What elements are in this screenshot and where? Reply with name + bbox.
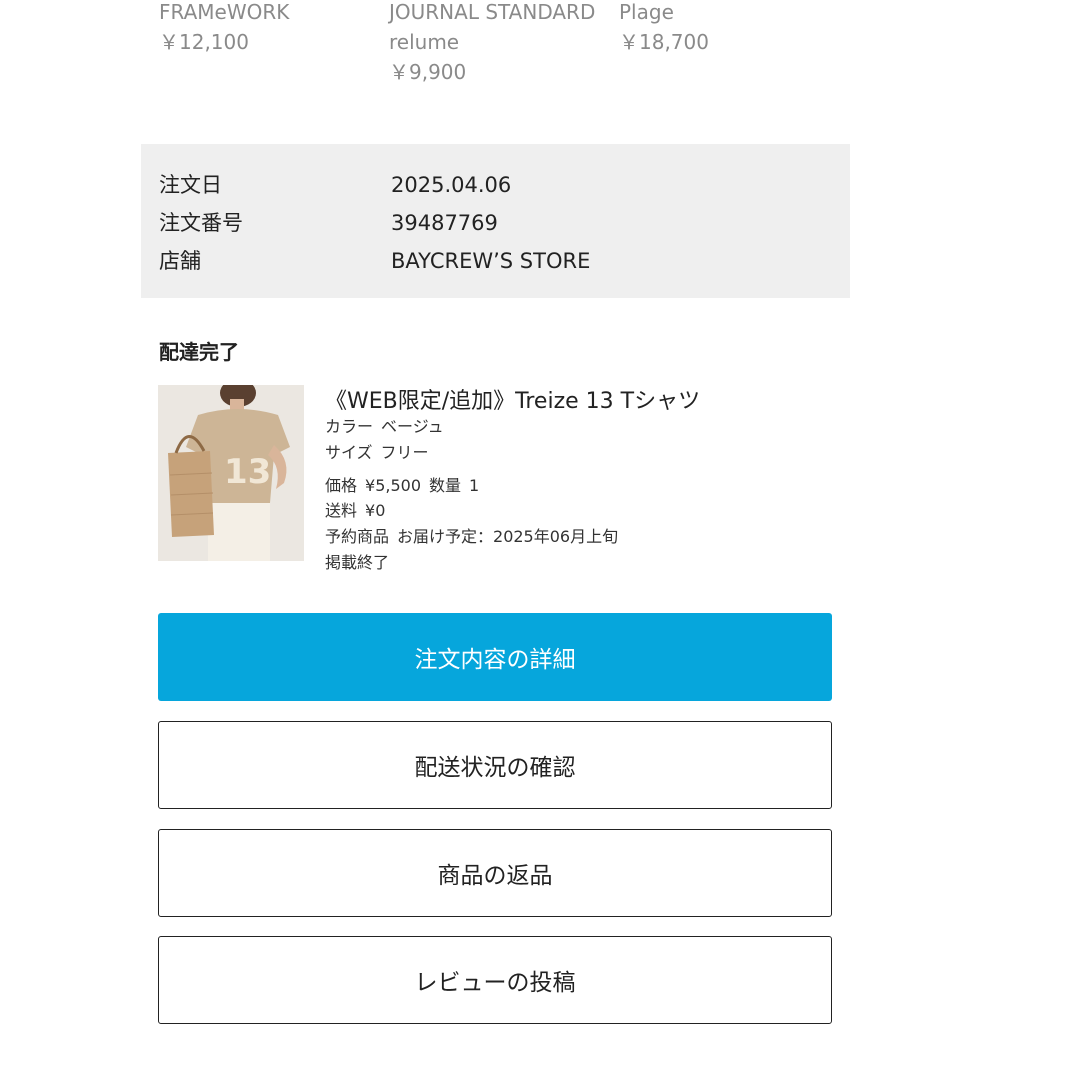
product-qty-label: 数量 bbox=[429, 476, 462, 495]
return-button-label: 商品の返品 bbox=[437, 863, 553, 889]
recommended-item-3[interactable]: Plage ￥18,700 bbox=[619, 0, 709, 57]
review-button-label: レビューの投稿 bbox=[414, 970, 576, 996]
order-number-label: 注文番号 bbox=[159, 211, 243, 235]
recommended-item-2[interactable]: JOURNAL STANDARD relume ￥9,900 bbox=[389, 0, 595, 87]
order-date-value: 2025.04.06 bbox=[391, 173, 512, 197]
recommended-item-price: ￥9,900 bbox=[389, 60, 467, 84]
order-info-box: 注文日 2025.04.06 注文番号 39487769 店舗 BAYCREW’… bbox=[141, 144, 850, 298]
product-size-label: サイズ bbox=[325, 443, 373, 462]
product-shipping-label: 送料 bbox=[325, 501, 358, 520]
recommended-item-brand: FRAMeWORK bbox=[159, 0, 290, 24]
order-date-label: 注文日 bbox=[159, 173, 222, 197]
product-size: サイズ フリー bbox=[325, 440, 429, 466]
recommended-item-price: ￥18,700 bbox=[619, 30, 709, 54]
recommended-item-brand: JOURNAL STANDARD bbox=[389, 0, 596, 24]
product-preorder-label: 予約商品 bbox=[325, 527, 390, 546]
product-listing-status: 掲載終了 bbox=[325, 553, 390, 572]
product-color-value: ベージュ bbox=[381, 417, 444, 436]
product-size-value: フリー bbox=[380, 443, 429, 462]
recommended-item-price: ￥12,100 bbox=[159, 30, 249, 54]
review-button[interactable]: レビューの投稿 bbox=[158, 936, 832, 1024]
product-thumbnail[interactable]: 13 bbox=[158, 385, 304, 561]
product-price-value: ¥5,500 bbox=[365, 476, 421, 495]
product-price-qty: 価格 ¥5,500 数量 1 bbox=[325, 473, 479, 499]
product-photo-illustration: 13 bbox=[158, 385, 304, 561]
product-preorder: 予約商品 お届け予定：2025年06月上旬 bbox=[325, 524, 618, 550]
recommended-item-brand-line2: relume bbox=[389, 30, 460, 54]
product-qty-value: 1 bbox=[469, 476, 480, 495]
shipping-status-button-label: 配送状況の確認 bbox=[414, 755, 576, 781]
product-color: カラー ベージュ bbox=[325, 414, 444, 440]
recommended-item-brand: Plage bbox=[619, 0, 674, 24]
svg-text:13: 13 bbox=[224, 452, 271, 492]
order-number-value: 39487769 bbox=[391, 211, 498, 235]
product-delivery-schedule: お届け予定：2025年06月上旬 bbox=[397, 527, 619, 546]
product-price-label: 価格 bbox=[325, 476, 358, 495]
order-history-page: FRAMeWORK ￥12,100 JOURNAL STANDARD relum… bbox=[0, 0, 1080, 1080]
return-button[interactable]: 商品の返品 bbox=[158, 829, 832, 917]
order-detail-button[interactable]: 注文内容の詳細 bbox=[158, 613, 832, 701]
order-store-value: BAYCREW’S STORE bbox=[391, 249, 591, 273]
product-shipping-value: ¥0 bbox=[365, 501, 386, 520]
shipping-status-button[interactable]: 配送状況の確認 bbox=[158, 721, 832, 809]
product-shipping: 送料 ¥0 bbox=[325, 498, 385, 524]
order-detail-button-label: 注文内容の詳細 bbox=[414, 647, 576, 673]
product-color-label: カラー bbox=[325, 417, 374, 436]
recommended-item-1[interactable]: FRAMeWORK ￥12,100 bbox=[159, 0, 289, 57]
delivery-status-title: 配達完了 bbox=[159, 340, 239, 364]
order-store-label: 店舗 bbox=[159, 249, 201, 273]
